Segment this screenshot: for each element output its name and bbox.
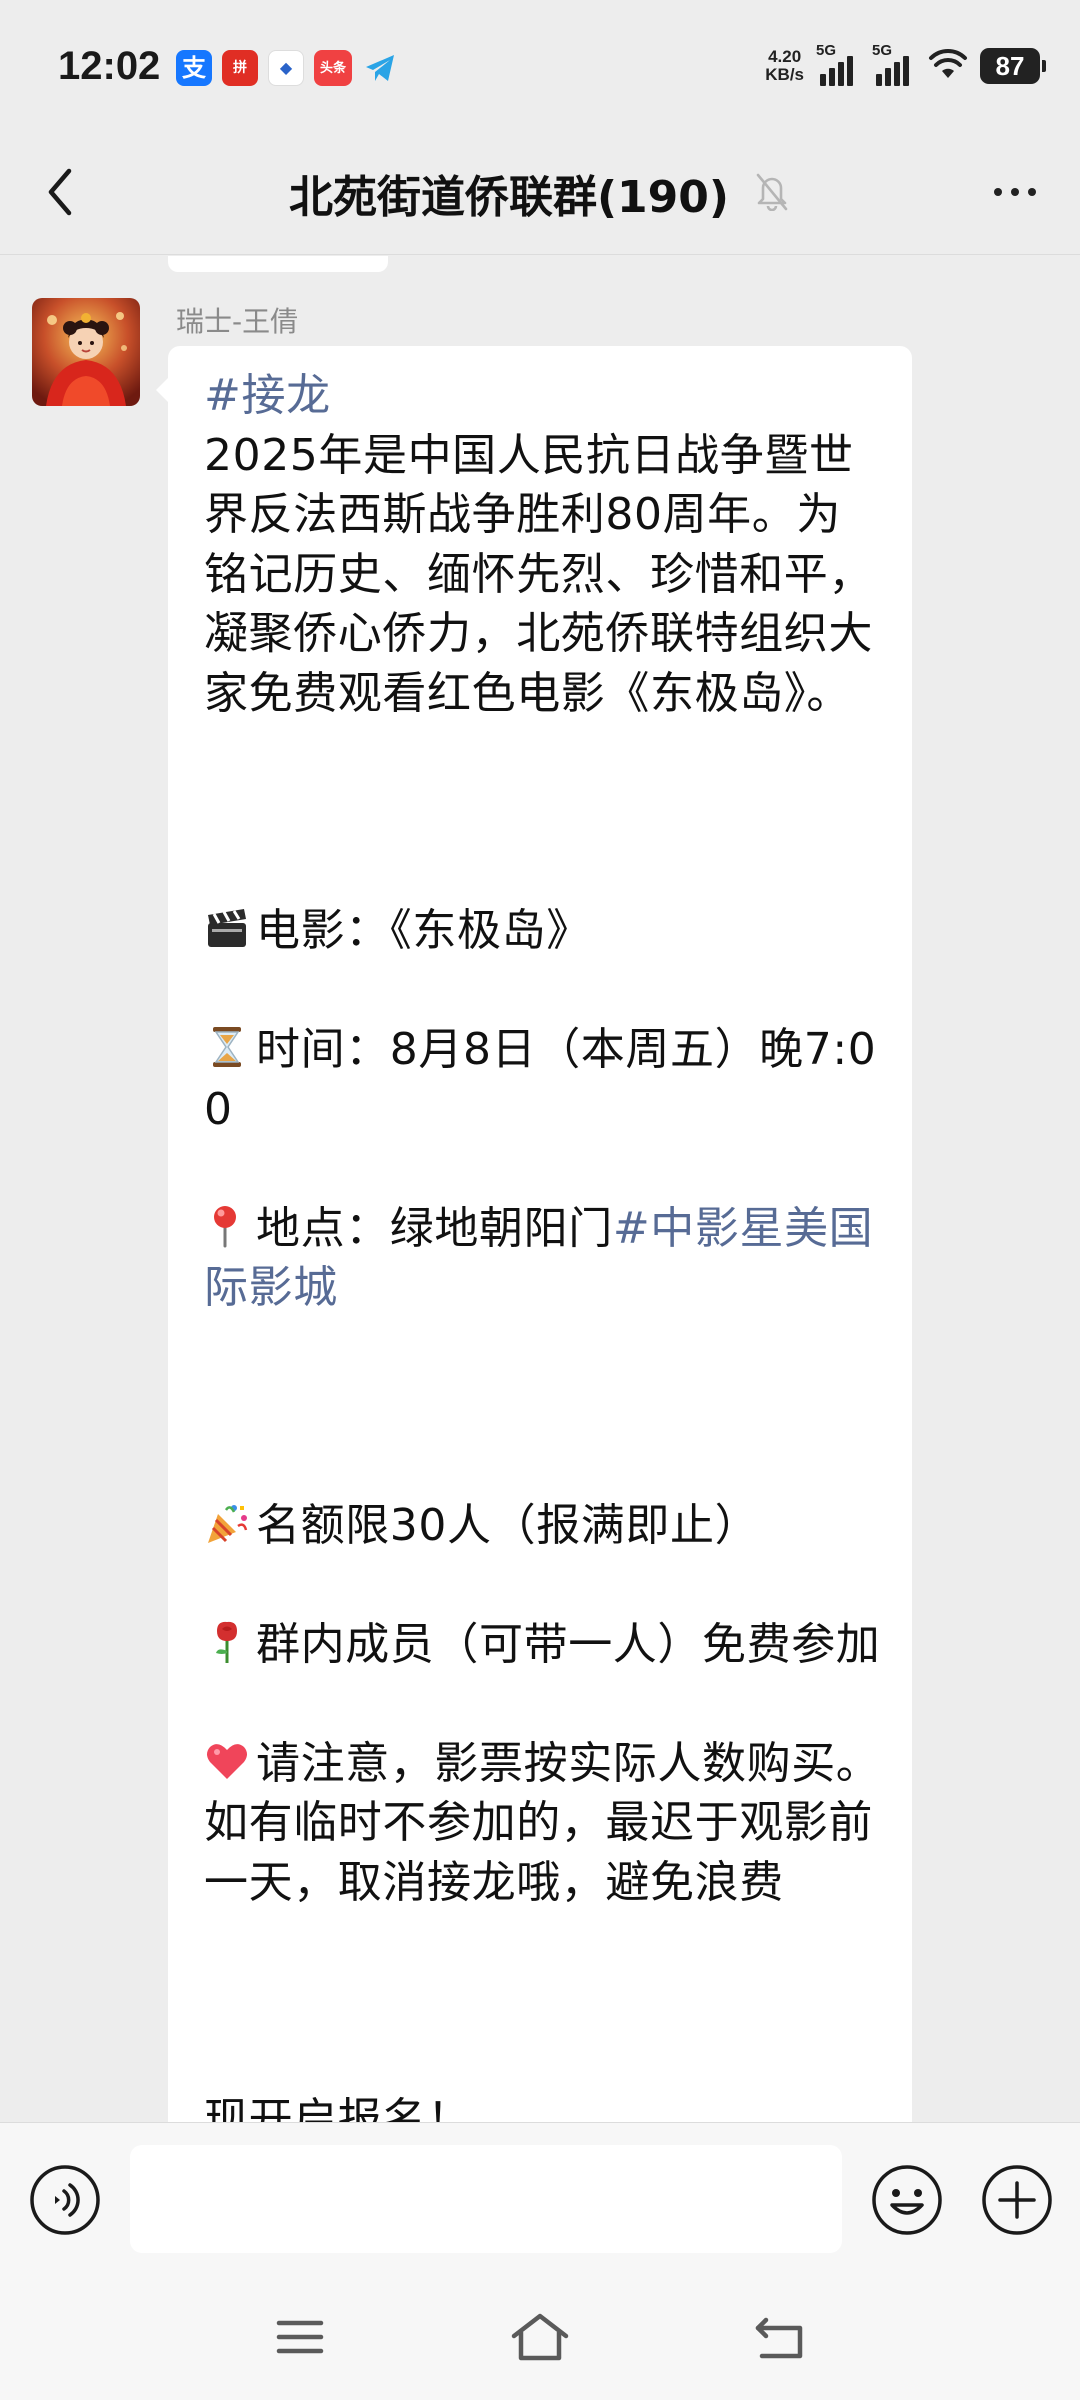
more-functions-button[interactable] [980,2163,1054,2237]
wifi-icon [928,48,968,84]
back-arrow-icon [48,168,72,216]
battery-icon: 87 [980,48,1046,84]
network-speed: 4.20 KB/s [765,48,804,84]
notice-text: 请注意，影票按实际人数购买。如有临时不参加的，最迟于观影前一天，取消接龙哦，避免… [204,1737,881,1908]
smiley-face-icon [872,2165,942,2235]
message-bubble[interactable]: #接龙 2025年是中国人民抗日战争暨世界反法西斯战争胜利80周年。为铭记历史、… [156,346,912,2122]
signal-2-label: 5G [872,42,893,59]
location-text: 地点：绿地朝阳门 [256,1202,613,1254]
time-line: 时间：8月8日（本周五）晚7:00 [204,1020,882,1139]
more-options-button[interactable] [980,160,1050,224]
time-text: 时间：8月8日（本周五）晚7:00 [204,1024,877,1135]
toutiao-icon: 头条 [314,50,352,86]
hashtag-link[interactable]: #接龙 [204,366,882,426]
round-pushpin-icon [204,1203,250,1249]
pinduoduo-icon: 拼 [222,50,258,86]
back-nav-button[interactable] [740,2304,820,2370]
movie-text: 电影：《东极岛》 [256,905,591,956]
system-status-icons: 4.20 KB/s 5G 5G 87 [765,42,1046,86]
home-button[interactable] [500,2304,580,2370]
back-button[interactable] [30,160,90,224]
mute-bell-icon [753,171,791,215]
red-heart-icon [204,1738,250,1784]
chat-header: 北苑街道侨联群(190) [0,130,1080,255]
menu-icon [276,2320,324,2354]
alipay-icon: 支 [176,50,212,86]
telegram-icon [362,50,398,86]
network-speed-value: 4.20 [768,47,802,66]
chat-input-bar [0,2122,1080,2274]
status-bar: 12:02 支 拼 ◆ 头条 4.20 KB/s 5G 5G 87 [0,0,1080,130]
return-icon [755,2317,803,2359]
party-popper-icon [204,1500,250,1546]
location-line: 地点：绿地朝阳门#中影星美国际影城 [204,1199,882,1318]
home-icon [511,2313,569,2361]
notification-icons: 支 拼 ◆ 头条 [176,50,398,86]
plus-circle-icon [982,2165,1052,2235]
intro-paragraph: 2025年是中国人民抗日战争暨世界反法西斯战争胜利80周年。为铭记历史、缅怀先烈… [204,429,873,719]
map-icon: ◆ [268,50,304,86]
quota-text: 名额限30人（报满即止） [256,1499,760,1551]
more-dot-icon [994,188,1002,196]
clapper-board-icon [204,905,250,951]
chat-title: 北苑街道侨联群(190) [288,171,730,223]
rose-icon [204,1619,250,1665]
voice-input-button[interactable] [28,2163,102,2237]
signup-line: 现开启报名！ [204,2094,472,2122]
members-line: 群内成员（可带一人）免费参加 [204,1615,882,1675]
hourglass-icon [204,1024,250,1070]
more-dot-icon [1011,188,1019,196]
previous-message-bubble[interactable] [168,256,388,272]
network-speed-unit: KB/s [765,65,804,84]
signal-1-icon: 5G [816,42,860,86]
voice-icon [30,2165,100,2235]
more-dot-icon [1028,188,1036,196]
message-text-input[interactable] [130,2145,842,2253]
signal-2-icon: 5G [872,42,916,86]
status-time: 12:02 [58,44,161,88]
signal-1-label: 5G [816,42,837,59]
movie-line: 电影：《东极岛》 [204,901,882,961]
quota-line: 名额限30人（报满即止） [204,1496,882,1556]
menu-button[interactable] [260,2304,340,2370]
chat-message-list[interactable]: 瑞士-王倩 #接龙 2025年是中国人民抗日战争暨世界反法西斯战争胜利80周年。… [0,256,1080,2122]
sender-name: 瑞士-王倩 [176,305,299,338]
emoji-button[interactable] [870,2163,944,2237]
notice-line: 请注意，影票按实际人数购买。如有临时不参加的，最迟于观影前一天，取消接龙哦，避免… [204,1734,882,1913]
system-navigation-bar [0,2274,1080,2400]
chat-title-area: 北苑街道侨联群(190) [150,130,930,255]
members-text: 群内成员（可带一人）免费参加 [256,1618,881,1670]
message-text: #接龙 2025年是中国人民抗日战争暨世界反法西斯战争胜利80周年。为铭记历史、… [204,366,882,2122]
sender-avatar[interactable] [32,298,140,406]
